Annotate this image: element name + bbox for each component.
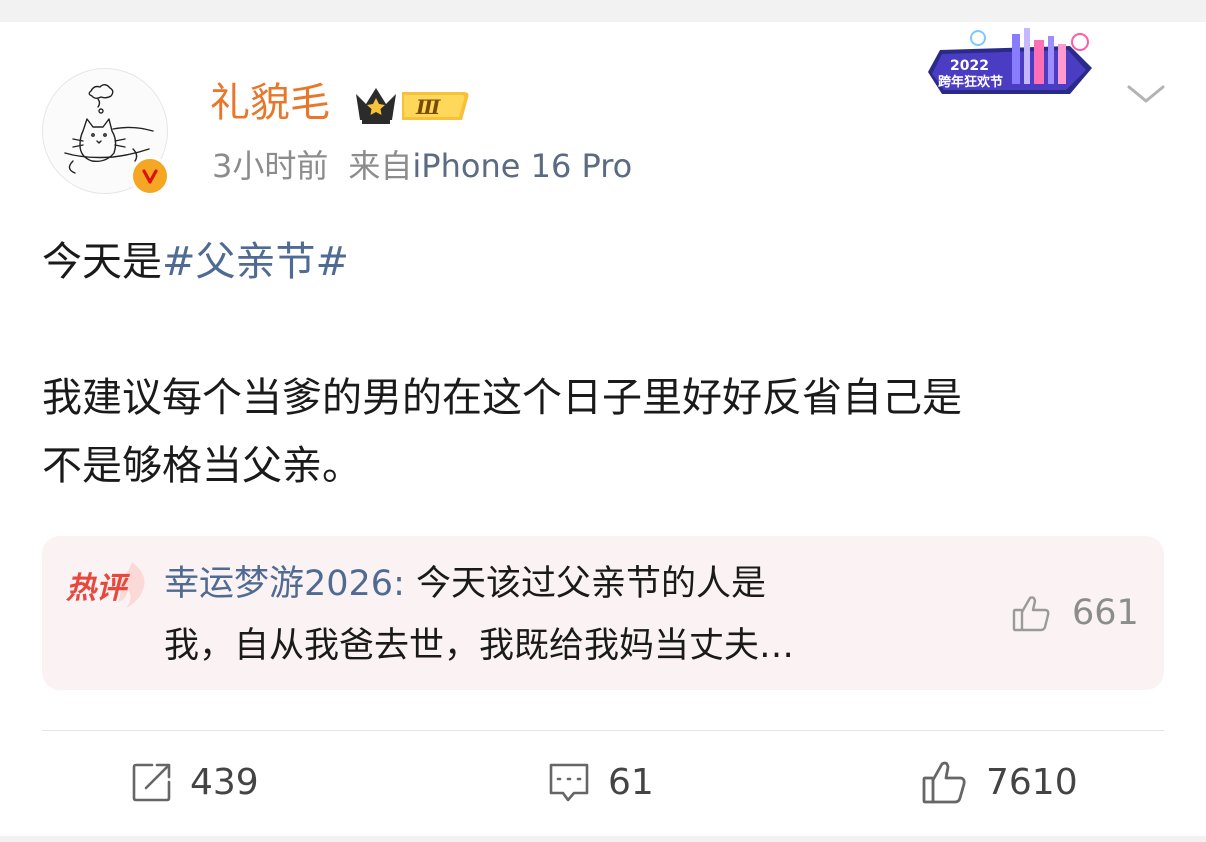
- source-prefix: 来自: [348, 147, 413, 185]
- author-name[interactable]: 礼貌毛: [210, 78, 330, 128]
- hot-comment-label: 热评: [65, 560, 156, 620]
- repost-count: 439: [190, 761, 259, 803]
- hot-comment-line-1: 幸运梦游2026: 今天该过父亲节的人是: [164, 560, 766, 608]
- flame-icon: 热评: [65, 562, 145, 608]
- verified-v-icon: [140, 166, 160, 186]
- like-button[interactable]: 7610: [920, 754, 1078, 810]
- divider: [42, 730, 1164, 731]
- bottom-separator-strip: [0, 836, 1206, 842]
- event-banner[interactable]: 2022 跨年狂欢节: [920, 24, 1110, 106]
- comment-button[interactable]: 61: [546, 754, 654, 810]
- top-separator-strip: [0, 0, 1206, 22]
- event-title: 跨年狂欢节: [938, 74, 1003, 90]
- repost-button[interactable]: 439: [130, 754, 259, 810]
- event-year: 2022: [950, 58, 989, 74]
- verified-badge: [130, 156, 170, 196]
- post-meta: 3小时前 来自iPhone 16 Pro: [212, 146, 632, 186]
- content-prefix: 今天是: [42, 239, 162, 285]
- post-text-line-2: 我建议每个当爹的男的在这个日子里好好反省自己是: [42, 375, 962, 421]
- comment-icon: [549, 763, 589, 802]
- post-time: 3小时前: [212, 147, 329, 185]
- crown-icon: Ⅲ: [356, 88, 469, 124]
- commenter-separator: :: [393, 564, 416, 604]
- vip-crown-badge[interactable]: Ⅲ: [352, 82, 472, 130]
- chevron-down-icon[interactable]: [1126, 82, 1166, 106]
- repost-share-icon: [132, 763, 171, 802]
- vip-level-text: Ⅲ: [415, 95, 441, 119]
- post-text-line-3: 不是够格当父亲。: [42, 443, 362, 489]
- comment-count: 61: [608, 761, 654, 803]
- comment-text-1: 今天该过父亲节的人是: [416, 564, 767, 604]
- thumbs-up-icon: [922, 761, 966, 804]
- device-link[interactable]: iPhone 16 Pro: [412, 147, 632, 185]
- hot-label-text: 热评: [66, 571, 131, 606]
- commenter-name[interactable]: 幸运梦游2026: [164, 564, 393, 604]
- hot-comment-like-count: 661: [1072, 593, 1139, 633]
- hot-comment-line-2: 我，自从我爸去世，我既给我妈当丈夫…: [164, 626, 795, 666]
- hashtag-link[interactable]: #父亲节#: [162, 239, 349, 285]
- post-text-line-1: 今天是#父亲节#: [42, 236, 349, 288]
- event-city-skyline-graphic: 2022 跨年狂欢节: [928, 28, 1092, 94]
- like-count: 7610: [986, 761, 1078, 803]
- thumbs-up-icon[interactable]: [1010, 592, 1054, 636]
